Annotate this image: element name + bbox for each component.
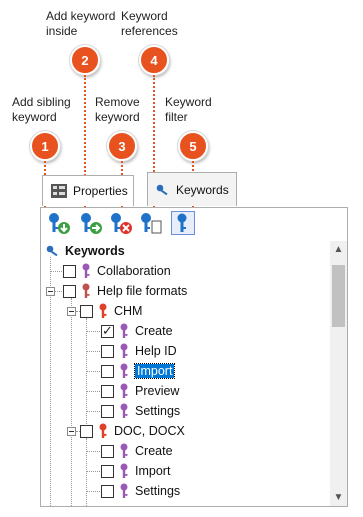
scrollbar-thumb[interactable] (332, 265, 345, 327)
vertical-scrollbar[interactable]: ▲ ▼ (330, 241, 347, 506)
keyword-label: Help ID (135, 344, 177, 358)
keyword-checkbox[interactable] (101, 484, 114, 498)
keyword-key-icon (120, 383, 128, 398)
add-sibling-keyword-button[interactable] (47, 211, 71, 235)
keyword-key-icon (120, 343, 128, 358)
callout-badge-3: 3 (107, 131, 137, 161)
keyword-checkbox[interactable] (80, 304, 93, 318)
tree-item[interactable]: DOC, DOCX (67, 421, 185, 441)
keyword-key-icon (120, 363, 128, 378)
tree-root-label: Keywords (65, 244, 125, 258)
callout-badge-1: 1 (30, 131, 60, 161)
keyword-key-icon (120, 323, 128, 338)
add-keyword-inside-button[interactable] (79, 211, 103, 235)
keyword-label: Create (135, 324, 173, 338)
tree-item[interactable]: Collaboration (63, 261, 171, 281)
callout-badge-4: 4 (139, 45, 169, 75)
tree-item[interactable]: Settings (101, 401, 180, 421)
tab-keywords-label: Keywords (176, 182, 229, 197)
keyword-key-icon (120, 403, 128, 418)
keyword-label: Collaboration (97, 264, 171, 278)
keyword-label: DOC, DOCX (114, 424, 185, 438)
callout-4-caption: Keyword references (121, 9, 178, 38)
keyword-key-icon (120, 483, 128, 498)
key-icon (156, 184, 168, 195)
callout-badge-5: 5 (178, 131, 208, 161)
keyword-key-icon (120, 463, 128, 478)
keyword-label: Settings (135, 484, 181, 498)
keyword-checkbox[interactable] (101, 344, 114, 358)
keyword-key-icon (99, 303, 107, 318)
tree-item[interactable]: Import (101, 461, 170, 481)
key-icon (46, 245, 58, 257)
callout-badge-2: 2 (70, 45, 100, 75)
keyword-checkbox[interactable] (101, 384, 114, 398)
tree-item[interactable]: Preview (101, 381, 179, 401)
collapse-toggle[interactable] (46, 286, 55, 296)
scroll-down-icon[interactable]: ▼ (330, 489, 347, 506)
keyword-label: Settings (135, 404, 181, 418)
tree-root[interactable]: Keywords (46, 241, 125, 261)
tree-item[interactable]: Create (101, 441, 173, 461)
keyword-label-selected: Import (133, 363, 176, 379)
callout-2-caption: Add keyword inside (46, 9, 116, 38)
keyword-label: Preview (135, 384, 180, 398)
keyword-key-icon (120, 443, 128, 458)
tree-item[interactable]: Create (101, 321, 173, 341)
remove-keyword-button[interactable] (109, 211, 133, 235)
tab-strip: Properties Keywords (40, 168, 346, 208)
tree-item[interactable]: Import (101, 361, 176, 381)
key-add-sibling-icon (49, 213, 70, 234)
keyword-filter-button[interactable] (171, 211, 195, 235)
keyword-checkbox[interactable] (101, 364, 114, 378)
keyword-checkbox[interactable] (80, 424, 93, 438)
keyword-checkbox[interactable] (101, 404, 114, 418)
scroll-up-icon[interactable]: ▲ (330, 241, 347, 258)
tab-properties[interactable]: Properties (42, 175, 134, 206)
keyword-checkbox[interactable] (101, 444, 114, 458)
properties-icon (51, 184, 67, 198)
tree-item[interactable]: Settings (101, 481, 180, 501)
key-references-icon (141, 213, 162, 234)
callout-5-caption: Keyword filter (165, 95, 212, 124)
keyword-checkbox[interactable] (101, 464, 114, 478)
keyword-label: CHM (114, 304, 143, 318)
tree-item[interactable]: Help ID (101, 341, 177, 361)
collapse-toggle[interactable] (67, 426, 76, 436)
collapse-toggle[interactable] (67, 306, 76, 316)
keyword-label: Create (135, 444, 173, 458)
keyword-label: Import (135, 464, 171, 478)
keyword-key-icon (82, 263, 90, 278)
callout-3-caption: Remove keyword (95, 95, 140, 124)
key-filter-icon (177, 213, 187, 232)
tab-properties-label: Properties (73, 184, 128, 198)
key-add-inside-icon (81, 213, 102, 234)
keywords-tree: Keywords Collaboration Help file formats… (41, 241, 330, 506)
tree-item[interactable]: Help file formats (46, 281, 187, 301)
keyword-key-icon (99, 423, 107, 438)
keyword-checkbox[interactable] (63, 264, 76, 278)
tab-keywords[interactable]: Keywords (147, 172, 237, 206)
keyword-checkbox[interactable] (101, 323, 114, 339)
keywords-panel: Keywords Collaboration Help file formats… (40, 207, 348, 507)
keyword-label: Help file formats (97, 284, 188, 298)
callout-1-caption: Add sibling keyword (12, 95, 71, 124)
keyword-key-icon (82, 283, 90, 298)
keyword-references-button[interactable] (139, 211, 163, 235)
keyword-checkbox[interactable] (63, 284, 76, 298)
keywords-toolbar (41, 208, 347, 238)
key-remove-icon (111, 213, 132, 234)
tree-item[interactable]: CHM (67, 301, 142, 321)
